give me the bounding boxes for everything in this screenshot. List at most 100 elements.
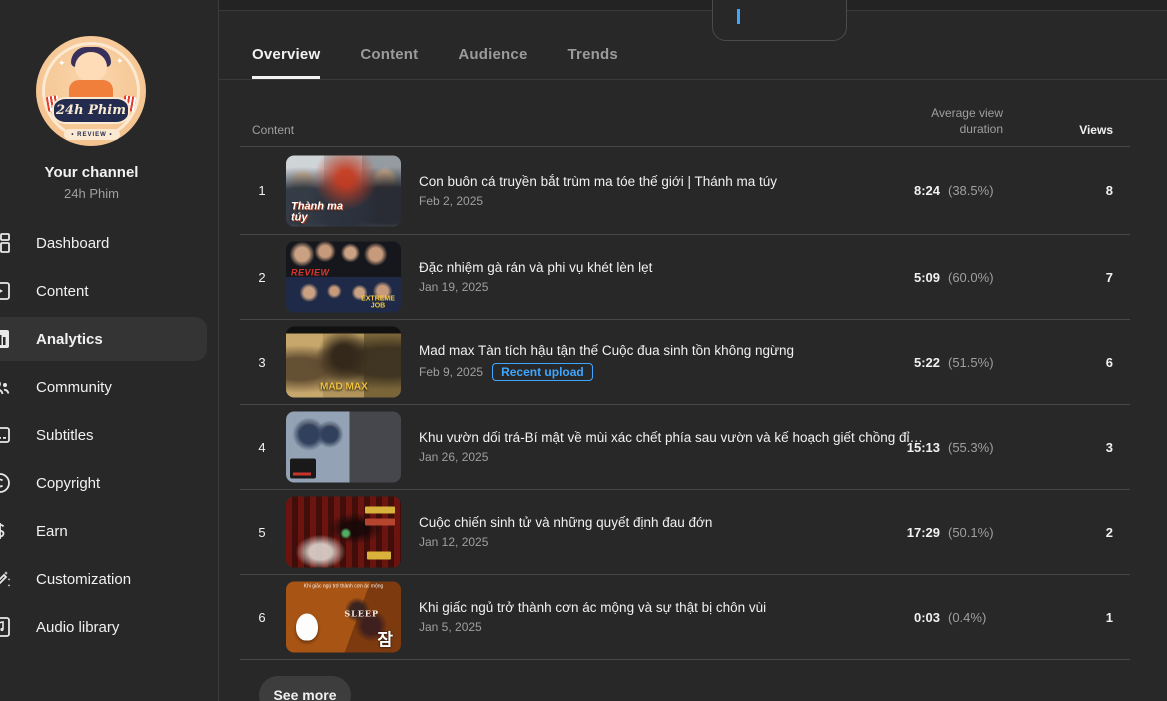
channel-name: 24h Phim — [0, 186, 183, 201]
sidebar-item-audio-library[interactable]: Audio library — [0, 603, 218, 651]
thumbnail-text: REVIEW — [291, 268, 330, 278]
video-meta: Khu vườn dối trá-Bí mật về mùi xác chết … — [419, 405, 980, 489]
thumbnail-text: Khi giấc ngủ trở thành cơn ác mộng — [286, 584, 401, 590]
video-meta: Khi giấc ngủ trở thành cơn ác mộng và sự… — [419, 575, 980, 659]
thumbnail-text-chip — [365, 519, 395, 526]
cut-off-card — [712, 0, 847, 41]
channel-avatar[interactable]: ✦ ✦ 24h Phim • REVIEW • — [36, 36, 146, 146]
sidebar-item-label: Subtitles — [36, 427, 94, 444]
video-title[interactable]: Mad max Tàn tích hậu tận thế Cuộc đua si… — [419, 343, 980, 358]
sidebar-item-label: Earn — [36, 523, 68, 540]
video-title[interactable]: Khu vườn dối trá-Bí mật về mùi xác chết … — [419, 430, 980, 445]
sidebar-item-label: Content — [36, 283, 89, 300]
row-rank: 1 — [240, 147, 284, 234]
video-title[interactable]: Đặc nhiệm gà rán và phi vụ khét lèn lẹt — [419, 260, 980, 275]
sidebar-item-label: Analytics — [36, 331, 103, 348]
table-row[interactable]: 1 Thành ma túy Con buôn cá truyền bắt tr… — [240, 147, 1130, 235]
video-date: Feb 9, 2025 — [419, 365, 483, 379]
sidebar-item-customization[interactable]: Customization — [0, 555, 218, 603]
youtube-studio-analytics-page: ✦ ✦ 24h Phim • REVIEW • Your channel 24h… — [0, 0, 1167, 701]
sidebar-item-analytics[interactable]: Analytics — [0, 315, 218, 363]
sidebar: ✦ ✦ 24h Phim • REVIEW • Your channel 24h… — [0, 0, 218, 701]
table-row[interactable]: 3 MAD MAX Mad max Tàn tích hậu tận thế C… — [240, 320, 1130, 405]
tab-overview[interactable]: Overview — [252, 46, 320, 79]
video-meta: Đặc nhiệm gà rán và phi vụ khét lèn lẹt … — [419, 235, 980, 319]
active-item-highlight — [0, 317, 207, 361]
dashboard-icon — [0, 231, 12, 255]
sidebar-item-content[interactable]: Content — [0, 267, 218, 315]
duration-percentage: (50.1%) — [948, 525, 1003, 540]
avg-view-duration-cell: 0:03 (0.4%) — [898, 575, 1003, 659]
video-date: Jan 12, 2025 — [419, 535, 488, 549]
sidebar-nav: Dashboard Content Analytics Community — [0, 219, 218, 651]
customization-icon — [0, 567, 12, 591]
duration-percentage: (60.0%) — [948, 270, 1003, 285]
video-thumbnail[interactable]: Khi giấc ngủ trở thành cơn ác mộng SLEEP… — [286, 582, 401, 653]
views-cell: 3 — [1106, 405, 1113, 489]
table-row[interactable]: 6 Khi giấc ngủ trở thành cơn ác mộng SLE… — [240, 575, 1130, 660]
avatar-cartoon-face — [75, 52, 107, 82]
video-title[interactable]: Con buôn cá truyền bắt trùm ma tóe thế g… — [419, 174, 980, 189]
star-icon: ✦ — [116, 56, 124, 67]
avg-view-duration-cell: 5:22 (51.5%) — [898, 320, 1003, 404]
views-cell: 8 — [1106, 147, 1113, 234]
video-thumbnail[interactable] — [286, 497, 401, 568]
thumbnail-text: Thành ma túy — [291, 201, 343, 223]
column-header-avg-view-duration[interactable]: Average view duration — [931, 105, 1003, 137]
sidebar-item-dashboard[interactable]: Dashboard — [0, 219, 218, 267]
thumbnail-inset-text — [293, 473, 311, 476]
copyright-icon — [0, 471, 12, 495]
sidebar-item-subtitles[interactable]: Subtitles — [0, 411, 218, 459]
video-meta: Cuộc chiến sinh tử và những quyết định đ… — [419, 490, 980, 574]
subtitles-icon — [0, 423, 12, 447]
earn-icon — [0, 519, 12, 543]
sidebar-item-community[interactable]: Community — [0, 363, 218, 411]
avatar-review-ribbon: • REVIEW • — [64, 129, 120, 140]
thumbnail-text-chip — [365, 507, 395, 514]
video-thumbnail[interactable]: MAD MAX — [286, 327, 401, 398]
column-header-content[interactable]: Content — [252, 123, 294, 137]
video-meta: Mad max Tàn tích hậu tận thế Cuộc đua si… — [419, 320, 980, 404]
sidebar-item-label: Audio library — [36, 619, 119, 636]
duration-percentage: (38.5%) — [948, 183, 1003, 198]
table-row[interactable]: 2 REVIEW EXTREME JOB Đặc nhiệm gà rán và… — [240, 235, 1130, 320]
thumbnail-text: MAD MAX — [320, 382, 368, 393]
video-title[interactable]: Cuộc chiến sinh tử và những quyết định đ… — [419, 515, 980, 530]
avatar-banner: 24h Phim — [52, 97, 130, 124]
duration-value: 8:24 — [898, 183, 940, 198]
sidebar-item-label: Customization — [36, 571, 131, 588]
video-date: Jan 5, 2025 — [419, 620, 482, 634]
thumbnail-inset-photo — [290, 459, 316, 479]
table-row[interactable]: 5 Cuộc chiến sinh tử và những quyết định… — [240, 490, 1130, 575]
sidebar-item-earn[interactable]: Earn — [0, 507, 218, 555]
views-cell: 1 — [1106, 575, 1113, 659]
video-meta: Con buôn cá truyền bắt trùm ma tóe thế g… — [419, 147, 980, 234]
duration-value: 5:09 — [898, 270, 940, 285]
row-rank: 6 — [240, 575, 284, 659]
community-icon — [0, 375, 12, 399]
sidebar-item-copyright[interactable]: Copyright — [0, 459, 218, 507]
video-date: Jan 26, 2025 — [419, 450, 488, 464]
row-rank: 5 — [240, 490, 284, 574]
video-thumbnail[interactable]: Thành ma túy — [286, 155, 401, 226]
video-title[interactable]: Khi giấc ngủ trở thành cơn ác mộng và sự… — [419, 600, 980, 615]
video-thumbnail[interactable] — [286, 412, 401, 483]
thumbnail-text: SLEEP — [344, 609, 379, 619]
analytics-tabs: Overview Content Audience Trends — [252, 0, 618, 79]
see-more-button[interactable]: See more — [259, 676, 351, 701]
analytics-icon — [0, 327, 12, 351]
video-date: Feb 2, 2025 — [419, 194, 483, 208]
video-date: Jan 19, 2025 — [419, 280, 488, 294]
avg-view-duration-cell: 5:09 (60.0%) — [898, 235, 1003, 319]
star-icon: ✦ — [58, 58, 66, 69]
tab-content[interactable]: Content — [360, 46, 418, 79]
avg-view-duration-cell: 17:29 (50.1%) — [898, 490, 1003, 574]
row-rank: 2 — [240, 235, 284, 319]
tab-audience[interactable]: Audience — [458, 46, 527, 79]
content-icon — [0, 279, 12, 303]
video-thumbnail[interactable]: REVIEW EXTREME JOB — [286, 242, 401, 313]
column-header-views[interactable]: Views — [1079, 123, 1113, 137]
table-row[interactable]: 4 Khu vườn dối trá-Bí mật về mùi xác chế… — [240, 405, 1130, 490]
tab-trends[interactable]: Trends — [568, 46, 618, 79]
your-channel-label: Your channel — [0, 164, 183, 181]
